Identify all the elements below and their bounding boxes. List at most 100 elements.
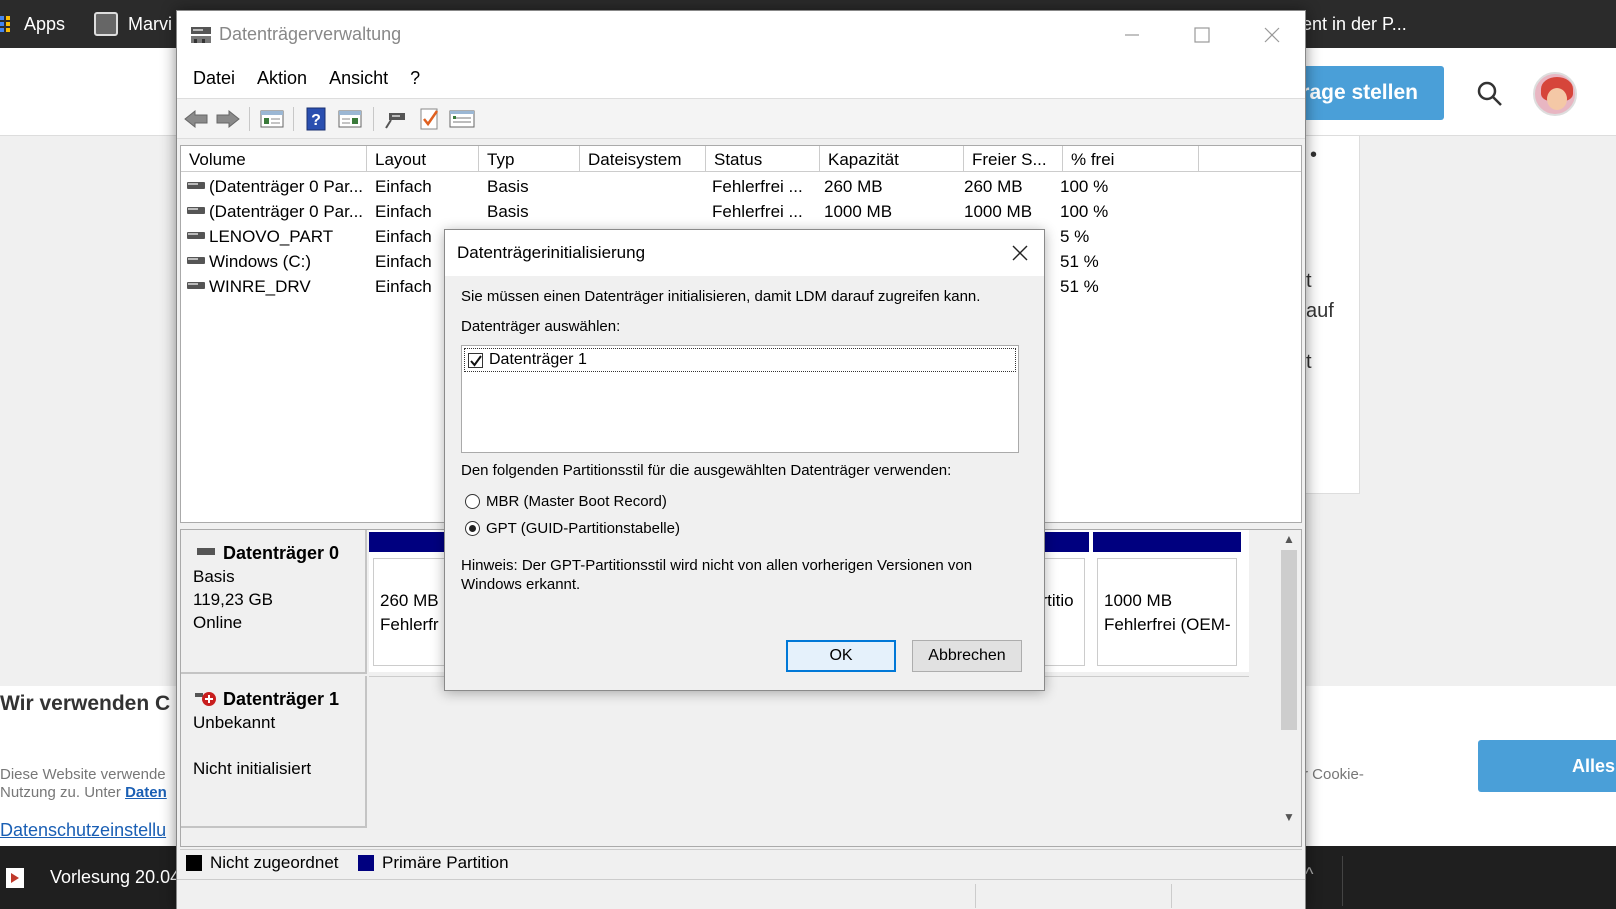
column-header-layout[interactable]: Layout (367, 146, 479, 172)
radio-mbr[interactable]: MBR (Master Boot Record) (465, 493, 667, 510)
dialog-title-bar[interactable]: Datenträgerinitialisierung (445, 230, 1044, 276)
close-button[interactable] (1237, 11, 1307, 59)
disk-error-icon (195, 692, 216, 706)
bookmark-right[interactable]: ent in der P... (1302, 10, 1407, 38)
disk-listbox[interactable]: Datenträger 1 (461, 345, 1019, 453)
privacy-settings-link[interactable]: Datenschutzeinstellu (0, 820, 166, 841)
legend-unallocated: Nicht zugeordnet (186, 853, 339, 873)
back-arrow-icon[interactable] (181, 105, 211, 133)
dialog-message: Sie müssen einen Datenträger initialisie… (461, 288, 981, 305)
disk-1-type: Unbekannt (193, 713, 276, 732)
cell-prozent-frei: 100 % (1060, 202, 1109, 221)
drive-icon (187, 257, 205, 264)
status-divider (975, 884, 976, 908)
disk-0-name: Datenträger 0 (223, 543, 340, 563)
text-fragment: auf (1306, 300, 1334, 322)
search-icon[interactable] (1476, 80, 1504, 108)
title-bar[interactable]: Datenträgerverwaltung (177, 11, 1305, 59)
dialog-close-button[interactable] (1000, 236, 1040, 270)
apps-grid-icon (0, 16, 10, 32)
cell-volume: (Datenträger 0 Par... (209, 177, 364, 196)
forward-arrow-icon[interactable] (213, 105, 243, 133)
cancel-button[interactable]: Abbrechen (912, 640, 1022, 672)
avatar[interactable] (1533, 72, 1577, 116)
scroll-up-icon[interactable]: ▲ (1283, 532, 1295, 546)
scrollbar-thumb[interactable] (1281, 550, 1297, 730)
cell-prozent-frei: 51 % (1060, 252, 1099, 271)
column-header-kapazitaet[interactable]: Kapazität (820, 146, 964, 172)
menu-ansicht[interactable]: Ansicht (319, 64, 398, 93)
cookie-text-line-1: Diese Website verwende (0, 766, 166, 783)
disk-list-item-label: Datenträger 1 (489, 351, 587, 368)
legend-swatch-primary (358, 855, 374, 871)
drive-icon (187, 282, 205, 289)
partition-status: Fehlerfrei (OEM- (1104, 615, 1231, 634)
cell-kapazitaet: 1000 MB (824, 202, 893, 221)
help-icon[interactable]: ? (301, 105, 331, 133)
column-header-status[interactable]: Status (706, 146, 820, 172)
disk-1-state: Nicht initialisiert (193, 759, 312, 778)
column-header-prozent-frei[interactable]: % frei (1063, 146, 1199, 172)
scroll-down-icon[interactable]: ▼ (1283, 810, 1295, 824)
status-bar (177, 879, 1305, 909)
accept-all-button[interactable]: Alles a (1478, 740, 1616, 792)
cookie-text-line-2: Nutzung zu. Unter Daten (0, 784, 167, 802)
partition-style-label: Den folgenden Partitionsstil für die aus… (461, 462, 952, 479)
minimize-button[interactable] (1097, 11, 1167, 59)
checkmark-icon (470, 355, 482, 367)
close-icon (1264, 27, 1280, 43)
radio-gpt-button[interactable] (465, 521, 480, 536)
menu-help[interactable]: ? (400, 64, 430, 93)
disk-0-size: 119,23 GB (193, 590, 274, 609)
gpt-hint: Hinweis: Der GPT-Partitionsstil wird nic… (461, 557, 973, 593)
column-header-freier-speicher[interactable]: Freier S... (964, 146, 1063, 172)
column-header-typ[interactable]: Typ (479, 146, 580, 172)
privacy-link[interactable]: Daten (125, 784, 167, 801)
connect-icon[interactable] (381, 105, 411, 133)
drive-icon (187, 232, 205, 239)
dialog-title: Datenträgerinitialisierung (457, 243, 646, 262)
bookmark-marvin[interactable]: Marvi (94, 10, 172, 38)
text-fragment: • (1310, 144, 1318, 166)
taskbar-divider (1342, 856, 1343, 906)
disk-checkbox[interactable] (468, 353, 483, 368)
legend-primary: Primäre Partition (358, 853, 509, 873)
partition-status: Fehlerfr (380, 615, 439, 634)
tray-chevron-icon[interactable]: ^ (1305, 864, 1313, 885)
minimize-icon (1125, 34, 1139, 36)
menu-aktion[interactable]: Aktion (247, 64, 317, 93)
volume-list-header: Volume Layout Typ Dateisystem Status Kap… (181, 146, 1301, 172)
legend-unallocated-label: Nicht zugeordnet (210, 853, 339, 872)
disk-list-icon[interactable] (257, 105, 287, 133)
disk-0-label[interactable]: Datenträger 0 Basis 119,23 GB Online (181, 530, 367, 674)
ok-button[interactable]: OK (786, 640, 896, 672)
settings-list-icon[interactable] (447, 105, 477, 133)
properties-icon[interactable] (335, 105, 365, 133)
partition-size: 1000 MB (1104, 591, 1173, 610)
volume-row[interactable]: (Datenträger 0 Par... Einfach Basis Fehl… (181, 174, 1301, 199)
disk-view-scrollbar[interactable]: ▲ ▼ (1277, 530, 1301, 828)
menu-datei[interactable]: Datei (183, 64, 245, 93)
drive-icon (187, 182, 205, 189)
radio-gpt[interactable]: GPT (GUID-Partitionstabelle) (465, 520, 680, 537)
bookmark-apps[interactable]: Apps (0, 10, 65, 38)
cell-frei: 260 MB (964, 177, 1023, 196)
disk-1-area[interactable] (369, 676, 1249, 826)
legend-primary-label: Primäre Partition (382, 853, 509, 872)
disk-1-label[interactable]: Datenträger 1 Unbekannt Nicht initialisi… (181, 676, 367, 828)
volume-row[interactable]: (Datenträger 0 Par... Einfach Basis Fehl… (181, 199, 1301, 224)
maximize-button[interactable] (1167, 11, 1237, 59)
check-icon[interactable] (415, 105, 445, 133)
column-header-dateisystem[interactable]: Dateisystem (580, 146, 706, 172)
partition-block[interactable]: 1000 MB Fehlerfrei (OEM- (1093, 532, 1241, 668)
disk-list-item[interactable]: Datenträger 1 (464, 348, 1016, 372)
toolbar-divider (249, 107, 250, 131)
cell-layout: Einfach (375, 252, 432, 271)
disk-1-name: Datenträger 1 (223, 689, 340, 709)
cell-status: Fehlerfrei ... (712, 202, 803, 221)
drive-icon (187, 207, 205, 214)
svg-text:?: ? (311, 112, 321, 129)
cell-typ: Basis (487, 202, 529, 221)
column-header-volume[interactable]: Volume (181, 146, 367, 172)
radio-mbr-button[interactable] (465, 494, 480, 509)
